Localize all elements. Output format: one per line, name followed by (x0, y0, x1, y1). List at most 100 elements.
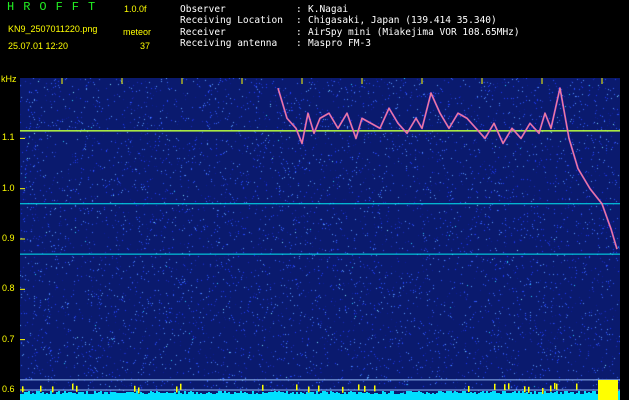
level-bar (138, 394, 140, 400)
level-bar (224, 391, 226, 400)
level-bar (520, 393, 522, 400)
level-bar (36, 391, 38, 400)
level-bar (544, 391, 546, 400)
meteor-count: 37 (140, 41, 151, 51)
level-bar (218, 391, 220, 400)
level-bar (428, 393, 430, 400)
level-spike (176, 386, 178, 393)
y-axis-title: kHz (1, 74, 17, 84)
level-peak (598, 380, 618, 400)
level-bar (292, 392, 294, 400)
level-bar (500, 394, 502, 400)
level-bar (234, 392, 236, 400)
level-spike (524, 386, 526, 393)
level-bar (240, 391, 242, 400)
level-bar (534, 391, 536, 400)
level-bar (282, 392, 284, 400)
level-bar (384, 392, 386, 400)
info-sep: : (296, 38, 302, 49)
level-spike (576, 383, 578, 390)
level-bar (146, 394, 148, 400)
level-bar (222, 393, 224, 400)
level-bar (594, 391, 596, 400)
level-bar (446, 391, 448, 400)
level-bar (618, 391, 620, 400)
y-tick-label: 0.6 (2, 383, 15, 394)
level-bar (48, 394, 50, 400)
level-bar (596, 394, 598, 400)
level-bar (304, 394, 306, 400)
level-bar (476, 394, 478, 400)
level-bar (116, 393, 118, 400)
y-tick-label: 0.7 (2, 333, 15, 344)
level-bar (406, 391, 408, 400)
level-bar (180, 393, 182, 400)
level-spike (180, 383, 182, 390)
level-bar (490, 392, 492, 400)
level-spike (556, 383, 558, 390)
level-bar (320, 393, 322, 400)
level-bar (150, 391, 152, 400)
level-bar (440, 391, 442, 400)
level-bar (562, 394, 564, 400)
level-bar (80, 392, 82, 400)
level-bar (274, 391, 276, 400)
level-bar (208, 392, 210, 400)
level-bar (390, 391, 392, 400)
level-bar (94, 391, 96, 400)
info-value-antenna: Maspro FM-3 (308, 38, 371, 49)
level-bar (90, 394, 92, 400)
level-bar (354, 392, 356, 400)
level-bar (242, 393, 244, 400)
level-bar (352, 392, 354, 400)
level-bar (134, 393, 136, 400)
level-bar (52, 394, 54, 400)
y-tick-label: 0.8 (2, 283, 15, 294)
level-bar (100, 391, 102, 400)
level-bar (190, 391, 192, 400)
level-bar (462, 391, 464, 400)
level-bar (244, 392, 246, 400)
level-bar (54, 394, 56, 400)
level-bar (332, 392, 334, 400)
level-bar (310, 392, 312, 400)
level-bar (76, 394, 78, 400)
app-logo: HROFFT (7, 0, 105, 14)
y-tick-label: 1.1 (2, 132, 15, 143)
level-bar (34, 394, 36, 400)
level-bar (206, 393, 208, 400)
level-bar (546, 393, 548, 400)
level-bar (286, 391, 288, 400)
level-bar (484, 393, 486, 400)
level-bar (170, 393, 172, 400)
level-bar (126, 392, 128, 400)
level-bar (132, 392, 134, 400)
level-bar (250, 394, 252, 400)
level-bar (278, 391, 280, 400)
level-bar (86, 391, 88, 400)
level-bar (556, 391, 558, 400)
level-bar (308, 393, 310, 400)
level-bar (238, 393, 240, 400)
level-spike (554, 382, 556, 389)
level-bar (518, 391, 520, 400)
level-spike (508, 383, 510, 390)
level-bar (444, 393, 446, 400)
level-bar (326, 392, 328, 400)
level-bar (540, 392, 542, 400)
level-bar (426, 392, 428, 400)
level-bar (246, 393, 248, 400)
level-bar (24, 392, 26, 400)
level-bar (512, 392, 514, 400)
level-bar (568, 393, 570, 400)
level-bar (416, 392, 418, 400)
level-bar (46, 393, 48, 400)
level-bar (82, 392, 84, 400)
level-bar (488, 393, 490, 400)
level-bar (412, 392, 414, 400)
level-bar (232, 394, 234, 400)
level-bar (318, 394, 320, 400)
level-bar (210, 393, 212, 400)
level-bar (142, 393, 144, 400)
level-bar (398, 394, 400, 400)
